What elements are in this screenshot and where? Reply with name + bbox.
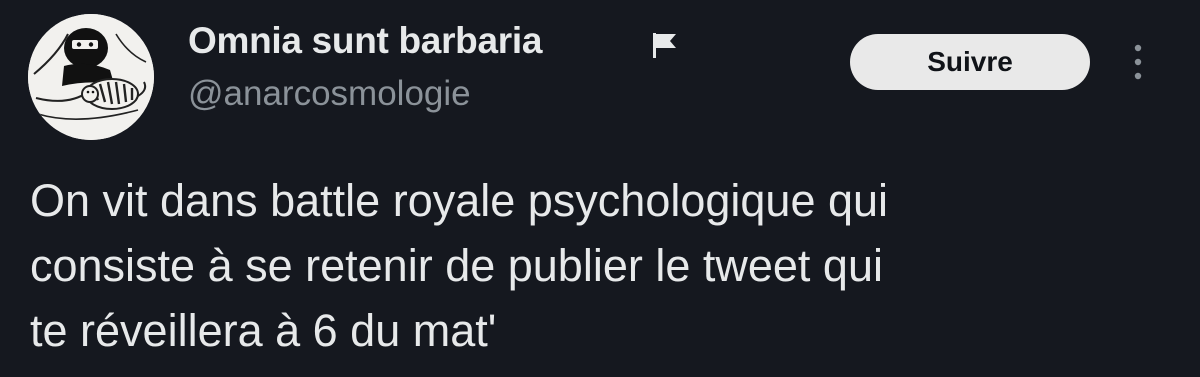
author-display-name[interactable]: Omnia sunt barbaria xyxy=(188,20,542,62)
flag-icon xyxy=(653,33,676,58)
follow-button[interactable]: Suivre xyxy=(850,34,1090,90)
tweet-text-line: te réveillera à 6 du mat' xyxy=(30,305,497,356)
hooded-figure-avatar-icon xyxy=(28,14,154,140)
tweet-text-line: consiste à se retenir de publier le twee… xyxy=(30,240,883,291)
tweet-card: Omnia sunt barbaria @anarcosmologie Suiv… xyxy=(0,0,1200,377)
author-handle[interactable]: @anarcosmologie xyxy=(188,74,471,114)
tweet-text-line: On vit dans battle royale psychologique … xyxy=(30,175,889,226)
author-avatar[interactable] xyxy=(28,14,154,140)
tweet-text: On vit dans battle royale psychologique … xyxy=(30,168,1180,363)
vertical-ellipsis-icon[interactable] xyxy=(1126,40,1150,84)
